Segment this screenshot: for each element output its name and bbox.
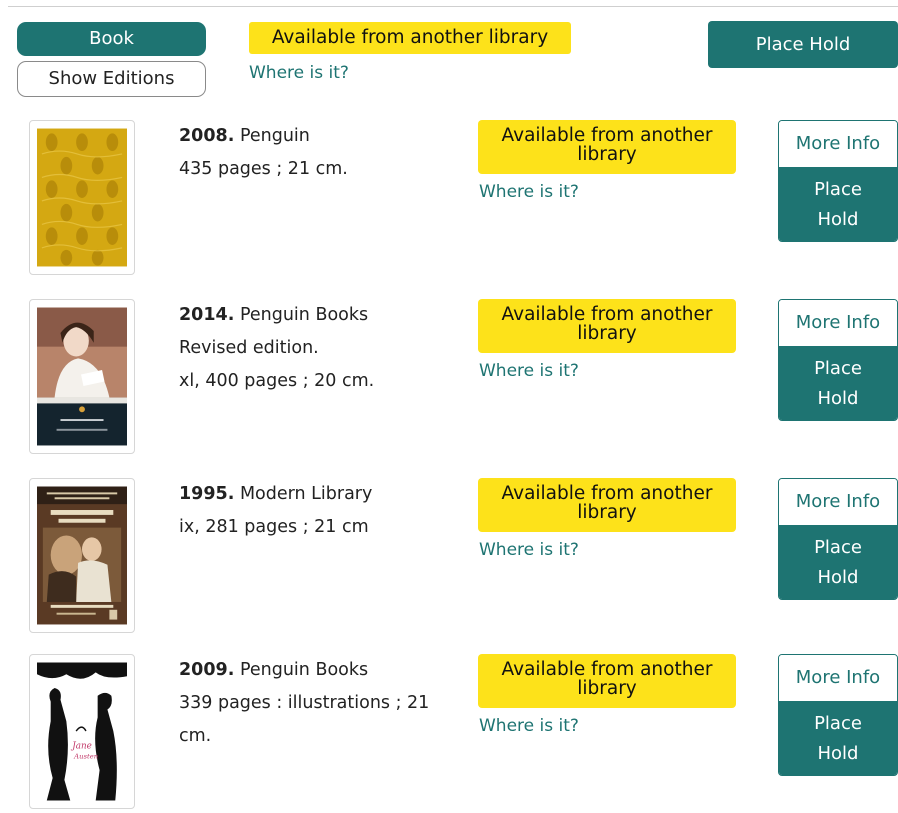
where-is-it-link[interactable]: Where is it?	[479, 714, 579, 738]
edition-info: 1995. Modern Library ix, 281 pages ; 21 …	[179, 478, 449, 544]
cover-portrait-image	[37, 307, 127, 446]
edition-publication: 2009. Penguin Books	[179, 654, 449, 687]
more-info-button[interactable]: More Info	[779, 300, 897, 346]
edition-info: 2008. Penguin 435 pages ; 21 cm.	[179, 120, 449, 186]
edition-year: 2008.	[179, 126, 235, 146]
book-cover[interactable]	[29, 120, 135, 275]
svg-text:Jane: Jane	[70, 742, 92, 752]
edition-statement: Revised edition.	[179, 338, 319, 358]
show-editions-button[interactable]: Show Editions	[17, 61, 206, 97]
edition-publisher: Modern Library	[239, 484, 373, 504]
edition-physical-description: 435 pages ; 21 cm.	[179, 159, 348, 179]
where-is-it-link[interactable]: Where is it?	[479, 538, 579, 562]
where-is-it-link[interactable]: Where is it?	[479, 359, 579, 383]
edition-year: 2009.	[179, 660, 235, 680]
top-divider	[8, 6, 898, 7]
place-hold-button[interactable]: Place Hold	[779, 701, 897, 775]
edition-actions: More Info Place Hold	[778, 654, 898, 776]
place-hold-button[interactable]: Place Hold	[779, 167, 897, 241]
edition-actions: More Info Place Hold	[778, 120, 898, 242]
book-cover[interactable]	[29, 299, 135, 454]
place-hold-button[interactable]: Place Hold	[708, 21, 898, 68]
format-book-button[interactable]: Book	[17, 22, 206, 56]
book-cover[interactable]: Jane Austen	[29, 654, 135, 809]
svg-text:Austen: Austen	[73, 752, 98, 760]
place-hold-button[interactable]: Place Hold	[779, 346, 897, 420]
edition-row: 1995. Modern Library ix, 281 pages ; 21 …	[0, 478, 898, 638]
edition-year: 2014.	[179, 305, 235, 325]
edition-info: 2014. Penguin Books Revised edition. xl,…	[179, 299, 449, 398]
more-info-button[interactable]: More Info	[779, 121, 897, 167]
edition-row: 2014. Penguin Books Revised edition. xl,…	[0, 299, 898, 459]
edition-publisher: Penguin	[239, 126, 310, 146]
edition-publisher: Penguin Books	[239, 660, 369, 680]
place-hold-button[interactable]: Place Hold	[779, 525, 897, 599]
edition-physical-description: xl, 400 pages ; 20 cm.	[179, 371, 375, 391]
cover-painting-image	[37, 486, 127, 625]
edition-info: 2009. Penguin Books 339 pages : illustra…	[179, 654, 449, 753]
availability-badge: Available from another library	[249, 22, 571, 54]
availability-badge: Available from another library	[478, 654, 736, 708]
edition-physical-description: ix, 281 pages ; 21 cm	[179, 517, 369, 537]
availability-badge: Available from another library	[478, 120, 736, 174]
availability-badge: Available from another library	[478, 478, 736, 532]
edition-publication: 1995. Modern Library	[179, 478, 449, 511]
cover-yellow-ornate-image	[37, 128, 127, 267]
edition-row: 2008. Penguin 435 pages ; 21 cm. Availab…	[0, 120, 898, 280]
edition-publication: 2014. Penguin Books	[179, 299, 449, 332]
where-is-it-link[interactable]: Where is it?	[249, 61, 349, 85]
edition-publication: 2008. Penguin	[179, 120, 449, 153]
edition-actions: More Info Place Hold	[778, 478, 898, 600]
cover-silhouette-image: Jane Austen	[37, 662, 127, 801]
edition-actions: More Info Place Hold	[778, 299, 898, 421]
more-info-button[interactable]: More Info	[779, 655, 897, 701]
edition-physical-description: 339 pages : illustrations ; 21 cm.	[179, 693, 430, 746]
more-info-button[interactable]: More Info	[779, 479, 897, 525]
where-is-it-link[interactable]: Where is it?	[479, 180, 579, 204]
edition-row: Jane Austen 2009. Penguin Books 339 page…	[0, 654, 898, 813]
edition-year: 1995.	[179, 484, 235, 504]
edition-publisher: Penguin Books	[239, 305, 369, 325]
availability-badge: Available from another library	[478, 299, 736, 353]
book-cover[interactable]	[29, 478, 135, 633]
